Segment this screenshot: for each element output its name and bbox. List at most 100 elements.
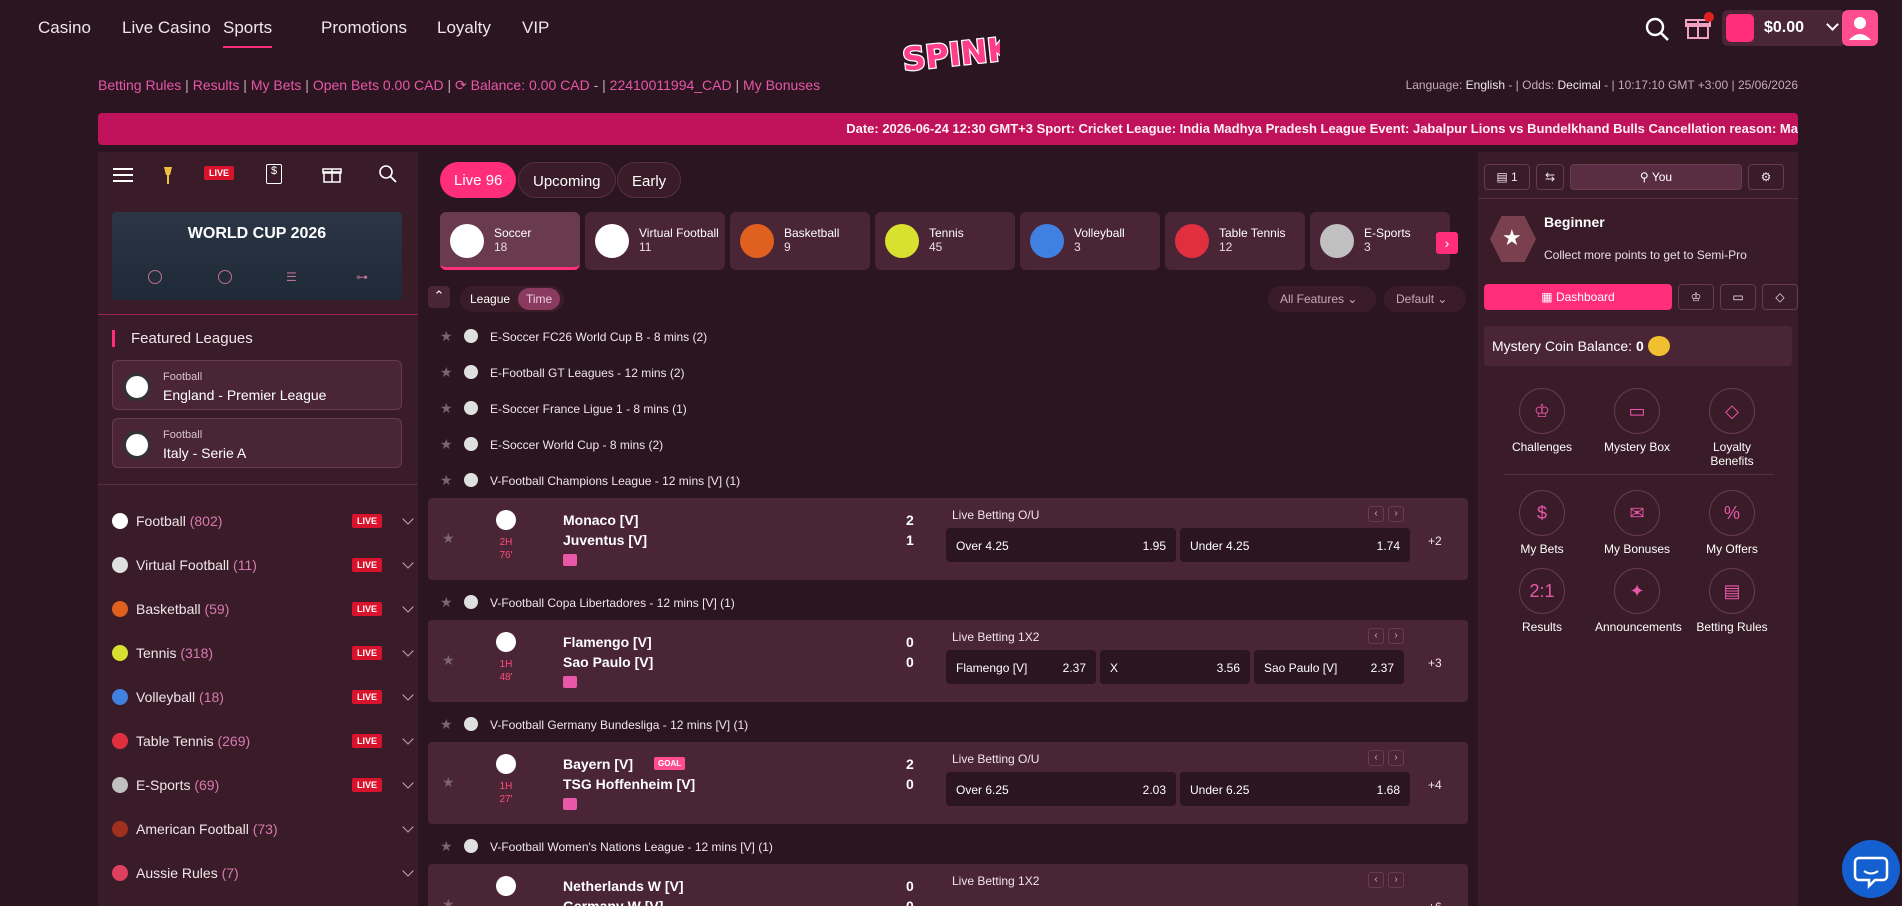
bracket-icon[interactable]: ⊶ — [356, 270, 370, 284]
account-grid-item[interactable]: ✉ My Bonuses — [1595, 490, 1679, 556]
live-stream-icon[interactable] — [563, 798, 577, 810]
you-tab[interactable]: ⚲ You — [1570, 164, 1742, 190]
loyalty-grid-item[interactable]: ♔ Challenges — [1500, 388, 1584, 454]
chat-support-button[interactable] — [1842, 840, 1900, 898]
chevron-down-icon[interactable] — [402, 777, 414, 789]
prev-market-arrow[interactable]: ‹ — [1368, 628, 1384, 644]
nav-live-casino[interactable]: Live Casino — [122, 18, 211, 38]
sport-row[interactable]: Virtual Football (11) LIVE — [112, 554, 414, 578]
settings-icon[interactable]: ⚙ — [1748, 164, 1784, 190]
link-open-bets[interactable]: Open Bets 0.00 CAD — [313, 77, 444, 93]
search-icon[interactable] — [378, 164, 398, 184]
league-header[interactable]: ★ E-Soccer France Ligue 1 - 8 mins (1) — [428, 396, 1468, 420]
sport-card[interactable]: Soccer 18 — [440, 212, 580, 270]
league-header[interactable]: ★ V-Football Germany Bundesliga - 12 mins… — [428, 712, 1468, 736]
chevron-down-icon[interactable] — [402, 689, 414, 701]
odds-button[interactable]: Over 6.25 2.03 — [946, 772, 1176, 806]
betslip-icon[interactable]: $ — [266, 164, 282, 184]
account-grid-item[interactable]: ▤ Betting Rules — [1690, 568, 1774, 634]
league-header[interactable]: ★ V-Football Champions League - 12 mins [… — [428, 468, 1468, 492]
chevron-down-icon[interactable] — [402, 733, 414, 745]
more-markets[interactable]: +4 — [1428, 778, 1442, 792]
league-header[interactable]: ★ E-Football GT Leagues - 12 mins (2) — [428, 360, 1468, 384]
more-markets[interactable]: +6 — [1428, 900, 1442, 906]
next-market-arrow[interactable]: › — [1388, 628, 1404, 644]
chevron-down-icon[interactable] — [402, 513, 414, 525]
account-grid-item[interactable]: % My Offers — [1690, 490, 1774, 556]
diamond-icon[interactable]: ◇ — [1762, 284, 1798, 310]
world-cup-banner[interactable]: WORLD CUP 2026 ☰ ⊶ — [112, 212, 402, 300]
chevron-down-icon[interactable] — [402, 821, 414, 833]
chevron-down-icon[interactable] — [402, 557, 414, 569]
loyalty-grid-item[interactable]: ◇ Loyalty Benefits — [1690, 388, 1774, 468]
odds-button[interactable]: X 3.56 — [1100, 650, 1250, 684]
league-header[interactable]: ★ E-Soccer FC26 World Cup B - 8 mins (2) — [428, 324, 1468, 348]
nav-sports[interactable]: Sports — [223, 18, 273, 48]
star-icon[interactable]: ★ — [440, 328, 453, 345]
bets-tab[interactable]: ⇆ — [1536, 164, 1564, 190]
star-icon[interactable]: ★ — [442, 774, 455, 791]
sport-card[interactable]: E-Sports 3 — [1310, 212, 1450, 270]
link-betting-rules[interactable]: Betting Rules — [98, 77, 181, 93]
chevron-down-icon[interactable] — [402, 645, 414, 657]
tab-early[interactable]: Early — [617, 162, 682, 198]
star-icon[interactable]: ★ — [440, 594, 453, 611]
star-icon[interactable]: ★ — [440, 472, 453, 489]
league-header[interactable]: ★ E-Soccer World Cup - 8 mins (2) — [428, 432, 1468, 456]
menu-icon[interactable] — [112, 166, 134, 184]
features-select[interactable]: All Features ⌄ — [1268, 286, 1376, 312]
nav-vip[interactable]: VIP — [522, 18, 549, 38]
featured-league-card[interactable]: Football England - Premier League — [112, 360, 402, 410]
sport-row[interactable]: American Football (73) — [112, 818, 414, 842]
account-grid-item[interactable]: 2:1 Results — [1500, 568, 1584, 634]
tab-upcoming[interactable]: Upcoming — [518, 162, 616, 198]
spinko-logo[interactable]: SPINKO — [898, 22, 1040, 80]
odds-select[interactable]: Decimal — [1557, 78, 1600, 92]
loyalty-grid-item[interactable]: ▭ Mystery Box — [1595, 388, 1679, 454]
sport-row[interactable]: Tennis (318) LIVE — [112, 642, 414, 666]
sport-row[interactable]: Table Tennis (269) LIVE — [112, 730, 414, 754]
star-icon[interactable]: ★ — [442, 530, 455, 547]
toggle-league[interactable]: League — [470, 292, 510, 306]
toggle-time[interactable]: Time — [518, 288, 561, 310]
match-row[interactable]: ★ 1H 48' Flamengo [V] Sao Paulo [V] 0 0 Live Be… — [428, 620, 1468, 702]
search-icon[interactable] — [1644, 16, 1670, 42]
star-icon[interactable]: ★ — [440, 838, 453, 855]
league-header[interactable]: ★ V-Football Women's Nations League - 12 … — [428, 834, 1468, 858]
prev-market-arrow[interactable]: ‹ — [1368, 506, 1384, 522]
nav-loyalty[interactable]: Loyalty — [437, 18, 491, 38]
odds-button[interactable]: Flamengo [V] 2.37 — [946, 650, 1096, 684]
next-arrow[interactable]: › — [1436, 232, 1458, 254]
refresh-icon[interactable]: ⟳ — [455, 77, 467, 93]
nav-promotions[interactable]: Promotions — [321, 18, 407, 38]
chevron-down-icon[interactable] — [402, 601, 414, 613]
star-icon[interactable]: ★ — [440, 364, 453, 381]
odds-button[interactable]: Sao Paulo [V] 2.37 — [1254, 650, 1404, 684]
account-grid-item[interactable]: ✦ Announcements — [1595, 568, 1682, 634]
sport-card[interactable]: Tennis 45 — [875, 212, 1015, 270]
sport-card[interactable]: Table Tennis 12 — [1165, 212, 1305, 270]
language-select[interactable]: English — [1466, 78, 1505, 92]
featured-league-card[interactable]: Football Italy - Serie A — [112, 418, 402, 468]
wallet-dropdown[interactable]: $0.00 — [1722, 10, 1846, 46]
star-icon[interactable]: ★ — [440, 716, 453, 733]
sport-row[interactable]: E-Sports (69) LIVE — [112, 774, 414, 798]
network-icon[interactable] — [218, 270, 232, 284]
list-icon[interactable]: ☰ — [286, 270, 300, 284]
gift-icon[interactable] — [322, 164, 342, 184]
more-markets[interactable]: +3 — [1428, 656, 1442, 670]
live-stream-icon[interactable] — [563, 554, 577, 566]
prev-market-arrow[interactable]: ‹ — [1368, 872, 1384, 888]
odds-button[interactable]: Over 4.25 1.95 — [946, 528, 1176, 562]
star-icon[interactable]: ★ — [442, 652, 455, 669]
link-results[interactable]: Results — [193, 77, 240, 93]
sport-row[interactable]: Aussie Rules (7) — [112, 862, 414, 886]
prev-market-arrow[interactable]: ‹ — [1368, 750, 1384, 766]
sport-card[interactable]: Virtual Football 11 — [585, 212, 725, 270]
odds-button[interactable]: Under 6.25 1.68 — [1180, 772, 1410, 806]
avatar[interactable] — [1842, 10, 1878, 46]
star-icon[interactable]: ★ — [442, 896, 455, 906]
gift-icon[interactable] — [1684, 12, 1714, 42]
sort-select[interactable]: Default ⌄ — [1384, 286, 1466, 312]
link-my-bonuses[interactable]: My Bonuses — [743, 77, 820, 93]
